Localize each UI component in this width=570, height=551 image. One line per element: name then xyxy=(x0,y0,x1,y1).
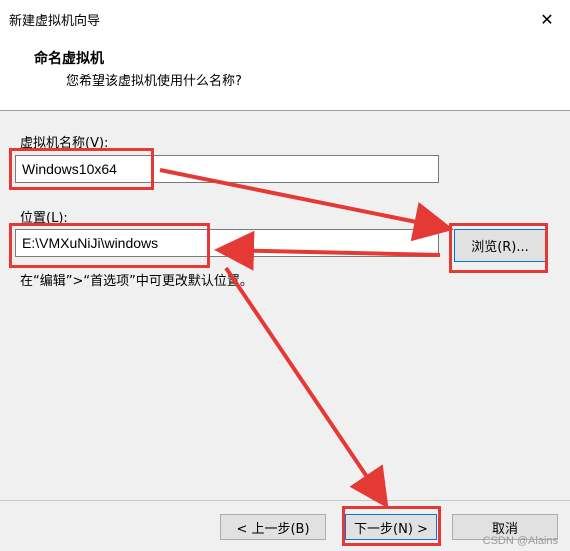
footer-divider xyxy=(0,500,570,501)
location-value: E:\VMXuNiJi\windows xyxy=(22,235,159,251)
close-icon: ✕ xyxy=(540,9,554,29)
title-bar: 新建虚拟机向导 ✕ xyxy=(0,0,570,38)
next-button[interactable]: 下一步(N) > xyxy=(345,514,437,540)
location-label: 位置(L): xyxy=(20,211,68,226)
browse-button[interactable]: 浏览(R)... xyxy=(454,229,546,262)
page-title: 命名虚拟机 xyxy=(34,51,104,67)
page-subtitle: 您希望该虚拟机使用什么名称? xyxy=(66,74,242,89)
close-button[interactable]: ✕ xyxy=(524,0,570,38)
vm-name-label: 虚拟机名称(V): xyxy=(20,136,109,151)
vm-name-input[interactable]: Windows10x64 xyxy=(15,155,439,183)
location-hint: 在“编辑”>“首选项”中可更改默认位置。 xyxy=(20,274,253,289)
location-input[interactable]: E:\VMXuNiJi\windows xyxy=(15,229,439,257)
arrow-location-to-next xyxy=(224,266,389,509)
vm-name-value: Windows10x64 xyxy=(22,161,117,177)
back-button[interactable]: < 上一步(B) xyxy=(220,514,326,540)
wizard-header: 命名虚拟机 您希望该虚拟机使用什么名称? xyxy=(0,38,570,111)
watermark: CSDN @Alains xyxy=(482,535,558,547)
window-title: 新建虚拟机向导 xyxy=(9,14,101,29)
